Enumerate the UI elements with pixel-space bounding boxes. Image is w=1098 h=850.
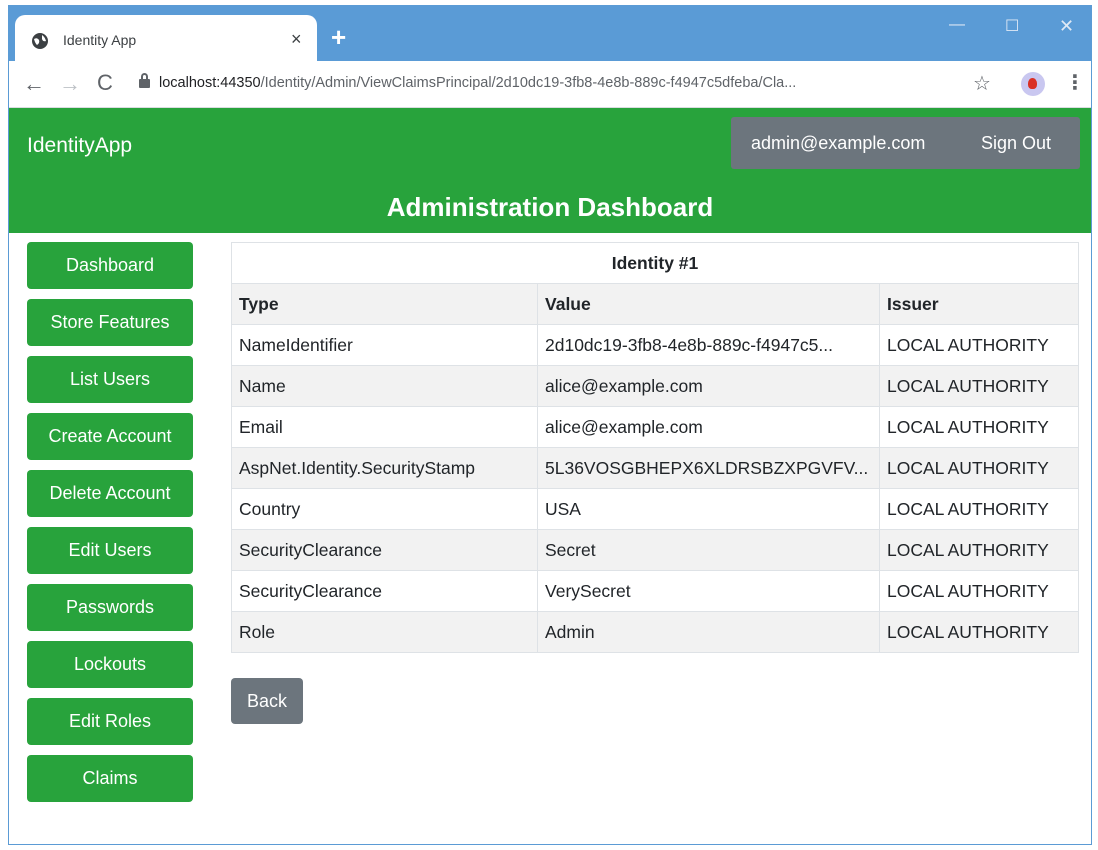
browser-toolbar: ← → C localhost:44350/Identity/Admin/Vie… (9, 61, 1091, 108)
address-bar[interactable]: localhost:44350/Identity/Admin/ViewClaim… (159, 75, 796, 91)
sidebar-item-lockouts[interactable]: Lockouts (27, 641, 193, 688)
table-row: NameIdentifier 2d10dc19-3fb8-4e8b-889c-f… (231, 324, 1079, 366)
claim-value: 2d10dc19-3fb8-4e8b-889c-f4947c5... (537, 324, 880, 366)
claim-type: Email (231, 406, 538, 448)
brand-name: IdentityApp (27, 134, 133, 157)
minimize-icon[interactable]: — (949, 16, 965, 34)
sidebar-item-create-account[interactable]: Create Account (27, 413, 193, 460)
window-close-icon[interactable]: ✕ (1059, 16, 1074, 37)
column-header-type: Type (231, 283, 538, 325)
claim-value: VerySecret (537, 570, 880, 612)
sidebar-item-claims[interactable]: Claims (27, 755, 193, 802)
reload-icon[interactable]: C (97, 70, 113, 96)
maximize-icon[interactable]: ☐ (1005, 16, 1019, 36)
claim-type: Role (231, 611, 538, 653)
top-navbar: IdentityApp admin@example.com Sign Out (9, 108, 1091, 183)
table-caption: Identity #1 (231, 242, 1079, 284)
column-header-value: Value (537, 283, 880, 325)
sidebar-item-dashboard[interactable]: Dashboard (27, 242, 193, 289)
claim-issuer: LOCAL AUTHORITY (879, 570, 1079, 612)
claim-issuer: LOCAL AUTHORITY (879, 447, 1079, 489)
table-row: SecurityClearance VerySecret LOCAL AUTHO… (231, 570, 1079, 612)
claim-issuer: LOCAL AUTHORITY (879, 406, 1079, 448)
page-title: Administration Dashboard (386, 192, 714, 222)
claim-type: Country (231, 488, 538, 530)
table-row: Email alice@example.com LOCAL AUTHORITY (231, 406, 1079, 448)
claim-value: alice@example.com (537, 406, 880, 448)
claim-value: Admin (537, 611, 880, 653)
claim-type: Name (231, 365, 538, 407)
claim-value: 5L36VOSGBHEPX6XLDRSBZXPGVFV... (537, 447, 880, 489)
tab-title: Identity App (63, 32, 137, 48)
claim-issuer: LOCAL AUTHORITY (879, 365, 1079, 407)
claim-value: USA (537, 488, 880, 530)
sidebar-item-edit-users[interactable]: Edit Users (27, 527, 193, 574)
sidebar-item-edit-roles[interactable]: Edit Roles (27, 698, 193, 745)
claim-value: alice@example.com (537, 365, 880, 407)
browser-menu-icon[interactable]: ⋮ (1065, 70, 1085, 95)
user-panel: admin@example.com Sign Out (731, 117, 1080, 169)
claim-issuer: LOCAL AUTHORITY (879, 529, 1079, 571)
claim-type: AspNet.Identity.SecurityStamp (231, 447, 538, 489)
bookmark-star-icon[interactable]: ☆ (973, 71, 991, 96)
lock-icon[interactable] (139, 73, 150, 88)
user-email: admin@example.com (751, 133, 926, 153)
claim-type: SecurityClearance (231, 570, 538, 612)
profile-avatar[interactable] (1021, 72, 1045, 96)
sidebar-item-store-features[interactable]: Store Features (27, 299, 193, 346)
sidebar-nav: Dashboard Store Features List Users Crea… (27, 242, 193, 812)
sidebar-item-list-users[interactable]: List Users (27, 356, 193, 403)
new-tab-icon[interactable]: + (331, 24, 346, 50)
back-button[interactable]: Back (231, 678, 303, 724)
globe-icon (32, 33, 48, 49)
table-row: AspNet.Identity.SecurityStamp 5L36VOSGBH… (231, 447, 1079, 489)
claim-issuer: LOCAL AUTHORITY (879, 488, 1079, 530)
table-row: SecurityClearance Secret LOCAL AUTHORITY (231, 529, 1079, 571)
sidebar-item-passwords[interactable]: Passwords (27, 584, 193, 631)
forward-arrow-icon[interactable]: → (59, 71, 81, 97)
browser-window: Identity App × + — ☐ ✕ ← → C localhost:4… (8, 5, 1092, 845)
sidebar-item-delete-account[interactable]: Delete Account (27, 470, 193, 517)
claim-issuer: LOCAL AUTHORITY (879, 324, 1079, 366)
table-row: Role Admin LOCAL AUTHORITY (231, 611, 1079, 653)
claim-type: SecurityClearance (231, 529, 538, 571)
page-content: IdentityApp admin@example.com Sign Out A… (9, 108, 1091, 844)
close-tab-icon[interactable]: × (291, 29, 302, 49)
column-header-issuer: Issuer (879, 283, 1079, 325)
url-path: /Identity/Admin/ViewClaimsPrincipal/2d10… (260, 75, 797, 91)
table-row: Name alice@example.com LOCAL AUTHORITY (231, 365, 1079, 407)
url-host: localhost:44350 (159, 75, 261, 91)
sign-out-button[interactable]: Sign Out (981, 133, 1051, 154)
back-arrow-icon[interactable]: ← (23, 71, 45, 97)
claim-issuer: LOCAL AUTHORITY (879, 611, 1079, 653)
claims-table: Identity #1 Type Value Issuer NameIdenti… (231, 242, 1079, 653)
claim-type: NameIdentifier (231, 324, 538, 366)
claim-value: Secret (537, 529, 880, 571)
table-row: Country USA LOCAL AUTHORITY (231, 488, 1079, 530)
dashboard-banner: Administration Dashboard (9, 183, 1091, 233)
